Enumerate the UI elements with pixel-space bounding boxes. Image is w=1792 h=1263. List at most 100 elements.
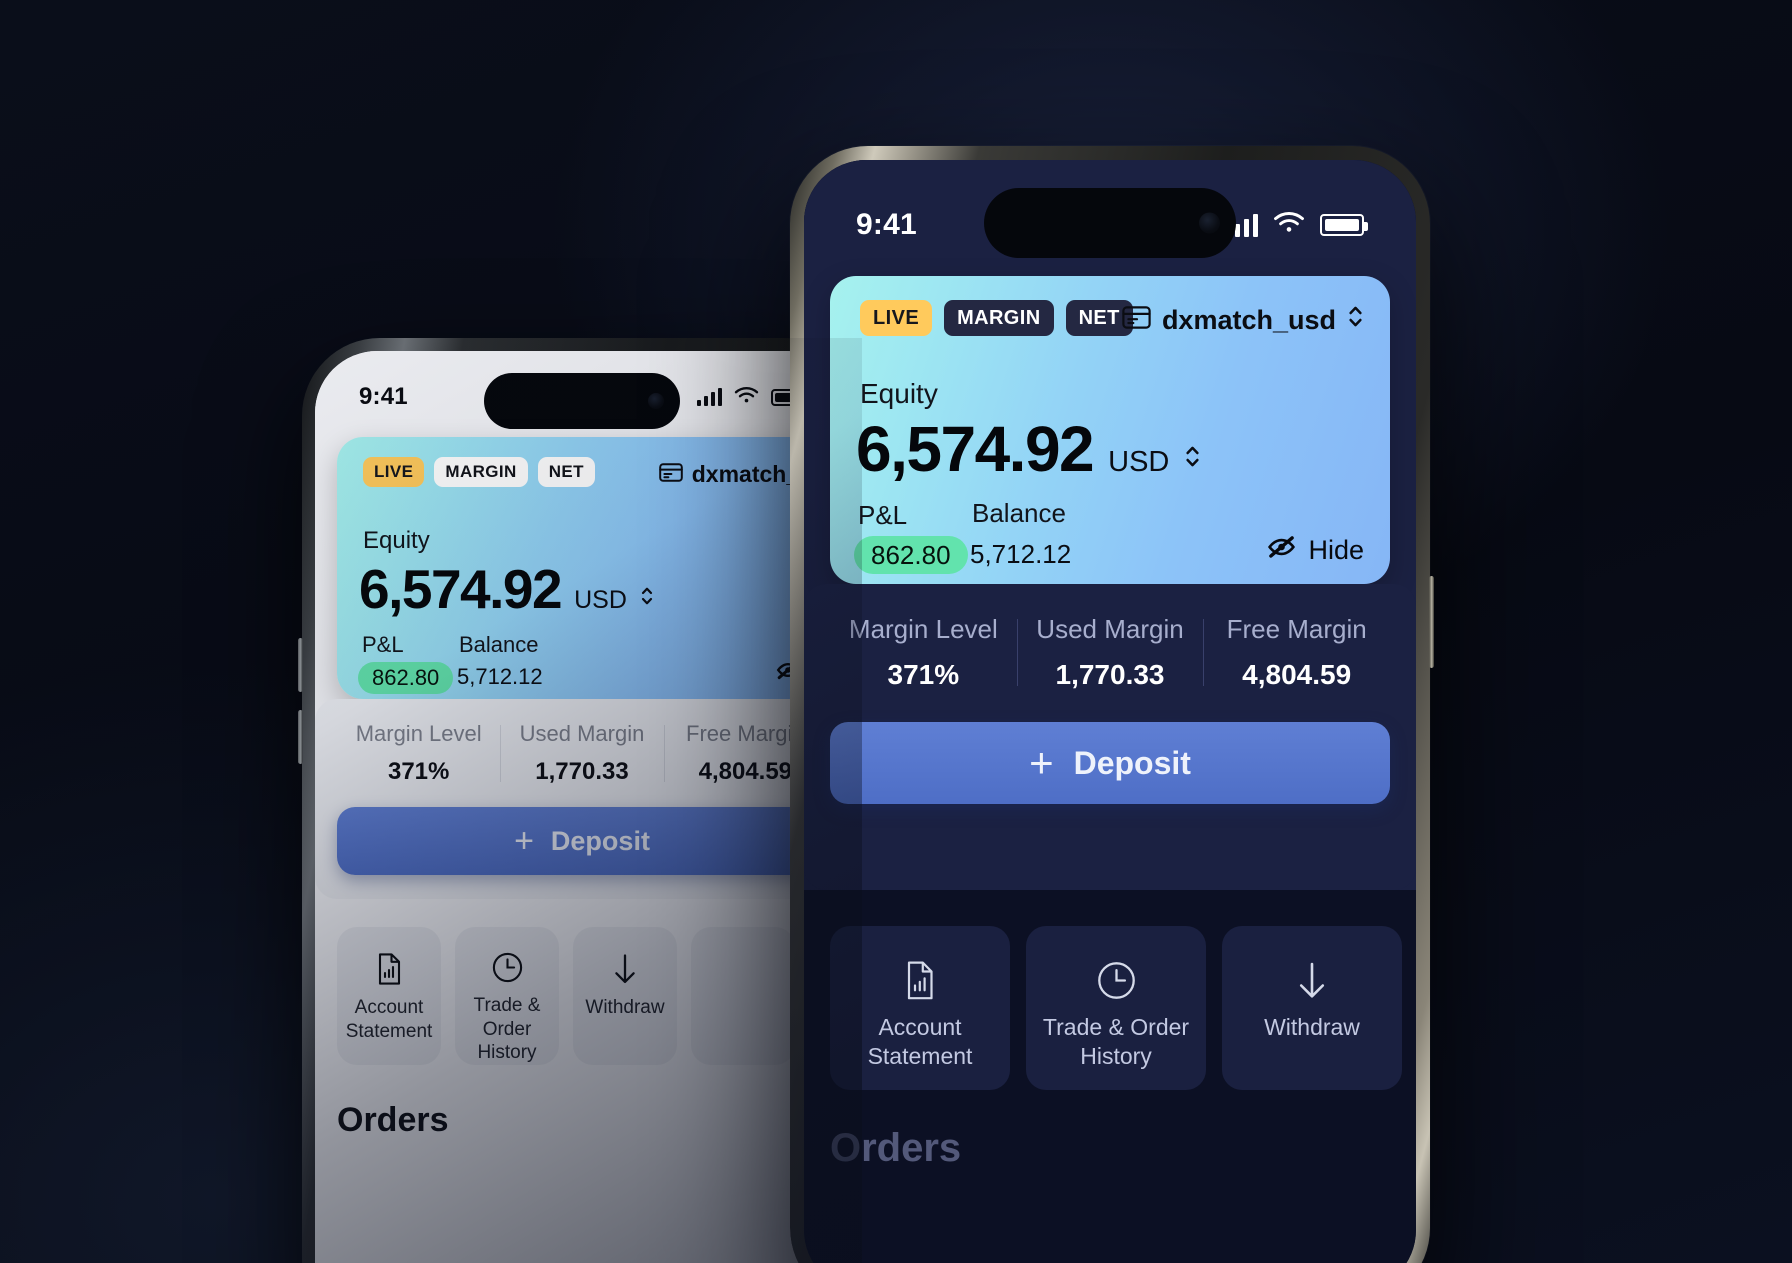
volume-up-button[interactable] bbox=[298, 638, 303, 692]
plus-icon: + bbox=[514, 822, 534, 860]
equity-currency: USD bbox=[1108, 446, 1170, 478]
deposit-button[interactable]: + Deposit bbox=[337, 807, 827, 875]
battery-icon bbox=[1320, 214, 1368, 236]
wifi-icon bbox=[1273, 208, 1305, 242]
eye-off-icon bbox=[1266, 534, 1297, 567]
tile-trade-order-history[interactable]: Trade & Order History bbox=[1026, 926, 1206, 1090]
power-button[interactable] bbox=[1429, 576, 1434, 668]
badge-margin[interactable]: MARGIN bbox=[434, 457, 528, 487]
document-chart-icon bbox=[904, 956, 936, 1004]
metric-value: 1,770.33 bbox=[1055, 659, 1165, 690]
deposit-label: Deposit bbox=[1073, 744, 1191, 781]
pnl-label: P&L bbox=[858, 500, 908, 530]
action-tiles: Account Statement Trade & Order History bbox=[337, 927, 795, 1065]
chevron-up-down-icon bbox=[1347, 302, 1364, 338]
equity-label: Equity bbox=[363, 527, 430, 554]
plus-icon: + bbox=[1029, 739, 1054, 786]
metric-used-margin: Used Margin 1,770.33 bbox=[1016, 614, 1204, 691]
metric-value: 371% bbox=[387, 758, 450, 785]
tile-account-statement[interactable]: Account Statement bbox=[830, 926, 1010, 1090]
orders-heading: Orders bbox=[337, 1101, 449, 1139]
tile-account-statement[interactable]: Account Statement bbox=[337, 927, 441, 1065]
phone-back-light-theme: 9:41 LIVE MARGIN NET dxmatch_usd Equity … bbox=[298, 338, 862, 1263]
tile-label: Trade & Order History bbox=[1042, 1014, 1190, 1069]
dynamic-island bbox=[484, 373, 680, 429]
metric-label: Margin Level bbox=[355, 721, 482, 746]
pnl-label: P&L bbox=[362, 632, 404, 657]
status-bar-indicators bbox=[697, 383, 808, 411]
account-summary-card: LIVE MARGIN NET dxmatch_usd Equity 6,574… bbox=[337, 437, 827, 699]
document-chart-icon bbox=[376, 949, 403, 989]
metrics-panel: Margin Level 371% Used Margin 1,770.33 F… bbox=[315, 699, 849, 899]
equity-value: 6,574.92 bbox=[856, 413, 1095, 485]
metric-free-margin: Free Margin 4,804.59 bbox=[1203, 614, 1390, 691]
metrics-row: Margin Level 371% Used Margin 1,770.33 F… bbox=[315, 721, 849, 786]
action-tiles: Account Statement Trade & Order History bbox=[830, 926, 1416, 1090]
account-card-icon bbox=[658, 461, 683, 488]
equity-row: 6,574.92 USD bbox=[359, 557, 654, 621]
badge-live[interactable]: LIVE bbox=[860, 300, 933, 336]
orders-heading: Orders bbox=[830, 1126, 962, 1170]
account-name: dxmatch_usd bbox=[1161, 304, 1336, 335]
balance-value: 5,712.12 bbox=[457, 664, 543, 689]
metric-value: 1,770.33 bbox=[535, 758, 629, 785]
tile-withdraw[interactable]: Withdraw bbox=[1222, 926, 1402, 1090]
equity-currency: USD bbox=[574, 586, 627, 614]
metrics-panel: Margin Level 371% Used Margin 1,770.33 F… bbox=[804, 584, 1416, 890]
account-summary-card: LIVE MARGIN NET dxmatch_usd Equity 6,574… bbox=[830, 276, 1390, 584]
volume-down-button[interactable] bbox=[298, 710, 303, 764]
tile-partial-next[interactable] bbox=[691, 927, 795, 1065]
metric-used-margin: Used Margin 1,770.33 bbox=[500, 721, 663, 786]
metric-label: Used Margin bbox=[519, 721, 645, 746]
tile-trade-order-history[interactable]: Trade & Order History bbox=[455, 927, 559, 1065]
pnl-value-badge: 862.80 bbox=[854, 536, 968, 574]
signal-bars-icon bbox=[697, 388, 722, 406]
status-bar-time: 9:41 bbox=[359, 383, 408, 410]
status-bar-time: 9:41 bbox=[856, 208, 917, 241]
wifi-icon bbox=[734, 383, 759, 411]
equity-label: Equity bbox=[860, 378, 938, 409]
badge-margin[interactable]: MARGIN bbox=[944, 300, 1054, 336]
balance-label: Balance bbox=[972, 498, 1066, 528]
tile-label: Account Statement bbox=[345, 997, 433, 1042]
metric-value: 371% bbox=[887, 659, 960, 690]
currency-chevron-up-down-icon[interactable] bbox=[1184, 442, 1201, 476]
metric-label: Free Margin bbox=[1226, 614, 1367, 644]
status-bar-indicators bbox=[1226, 208, 1368, 242]
arrow-down-icon bbox=[1296, 956, 1328, 1004]
balance-value: 5,712.12 bbox=[970, 539, 1072, 569]
clock-icon bbox=[1097, 956, 1136, 1004]
badge-live[interactable]: LIVE bbox=[363, 457, 425, 487]
clock-icon bbox=[492, 949, 523, 987]
phone-screen: 9:41 LIVE MARGIN NET dxmatch_usd Equity … bbox=[804, 160, 1416, 1263]
phone-screen: 9:41 LIVE MARGIN NET dxmatch_usd Equity … bbox=[315, 351, 849, 1263]
equity-value: 6,574.92 bbox=[359, 558, 563, 620]
account-badges: LIVE MARGIN NET bbox=[860, 300, 1133, 336]
currency-chevron-up-down-icon[interactable] bbox=[640, 584, 654, 613]
metric-margin-level: Margin Level 371% bbox=[830, 614, 1017, 691]
equity-row: 6,574.92 USD bbox=[856, 412, 1201, 486]
tile-label: Withdraw bbox=[585, 997, 665, 1018]
hide-balances-button[interactable]: Hide bbox=[1266, 534, 1364, 567]
metric-margin-level: Margin Level 371% bbox=[337, 721, 500, 786]
account-badges: LIVE MARGIN NET bbox=[363, 457, 595, 487]
metrics-row: Margin Level 371% Used Margin 1,770.33 F… bbox=[804, 614, 1416, 691]
account-picker[interactable]: dxmatch_usd bbox=[1122, 302, 1364, 338]
metric-label: Used Margin bbox=[1036, 614, 1184, 644]
pnl-value-badge: 862.80 bbox=[358, 662, 454, 694]
deposit-label: Deposit bbox=[550, 825, 650, 856]
dynamic-island bbox=[984, 188, 1236, 258]
arrow-down-icon bbox=[612, 949, 638, 989]
tile-label: Account Statement bbox=[867, 1014, 973, 1069]
metric-value: 4,804.59 bbox=[1242, 659, 1352, 690]
deposit-button[interactable]: + Deposit bbox=[830, 722, 1390, 804]
badge-net[interactable]: NET bbox=[537, 457, 595, 487]
phone-front-dark-theme: 9:41 LIVE MARGIN NET dxmatch_usd Equity … bbox=[790, 146, 1434, 1263]
balance-label: Balance bbox=[459, 632, 539, 657]
tile-label: Withdraw bbox=[1264, 1014, 1360, 1040]
hide-label: Hide bbox=[1308, 535, 1364, 565]
metric-label: Margin Level bbox=[848, 614, 998, 644]
tile-label: Trade & Order History bbox=[473, 994, 541, 1064]
account-card-icon bbox=[1122, 305, 1151, 336]
tile-withdraw[interactable]: Withdraw bbox=[573, 927, 677, 1065]
